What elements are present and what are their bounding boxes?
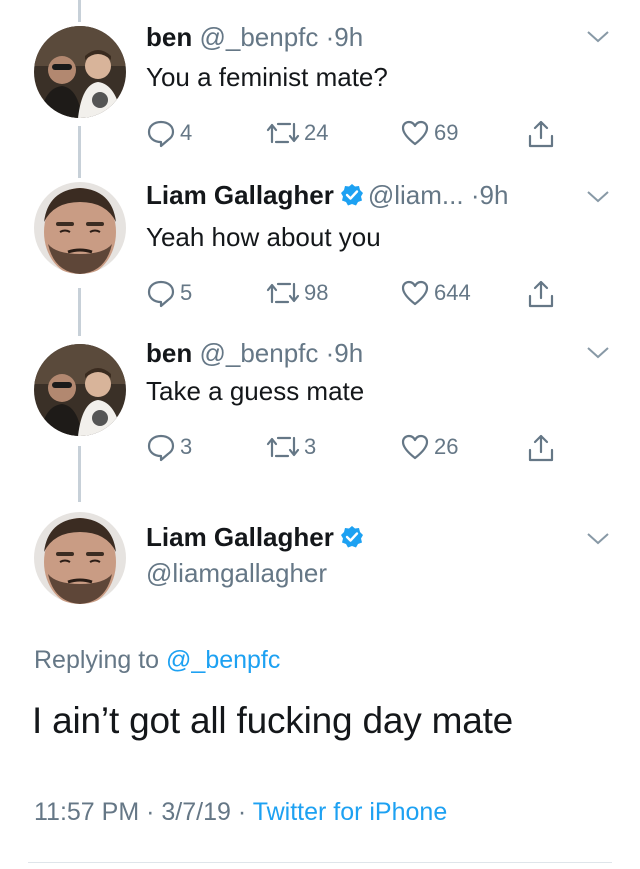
user-handle[interactable]: @_benpfc <box>199 338 318 368</box>
reply-button[interactable]: 3 <box>146 432 192 462</box>
heart-icon <box>401 280 429 306</box>
author-name-row: Liam Gallagher <box>146 522 368 553</box>
tweet-header: ben @_benpfc ·9h <box>146 338 363 369</box>
share-icon <box>528 434 554 462</box>
tweet-time[interactable]: 11:57 PM <box>34 798 139 826</box>
reply-count: 5 <box>180 280 193 305</box>
action-bar: 5 98 644 <box>146 278 586 314</box>
reply-icon <box>147 434 175 462</box>
chevron-down-icon[interactable] <box>586 30 610 44</box>
retweet-icon <box>266 282 300 304</box>
tweet-header: Liam Gallagher @liam... ·9h <box>146 180 508 211</box>
tweet-date[interactable]: 3/7/19 <box>161 798 231 826</box>
display-name[interactable]: Liam Gallagher <box>146 180 334 210</box>
tweet-header: ben @_benpfc ·9h <box>146 22 363 53</box>
tweet-source-link[interactable]: Twitter for iPhone <box>253 798 448 826</box>
separator-dot: · <box>146 798 155 826</box>
replying-to: Replying to @_benpfc <box>34 646 280 675</box>
separator-dot: · <box>237 798 247 826</box>
retweet-button[interactable]: 3 <box>266 432 316 462</box>
display-name[interactable]: ben <box>146 338 192 368</box>
user-handle[interactable]: @liam... <box>368 180 464 210</box>
reply-icon <box>147 280 175 308</box>
retweet-count: 3 <box>304 434 317 459</box>
retweet-count: 98 <box>304 280 329 305</box>
tweet[interactable]: Liam Gallagher @liam... ·9h Yeah how abou… <box>0 170 640 336</box>
chevron-down-icon[interactable] <box>586 190 610 204</box>
share-icon <box>528 120 554 148</box>
share-button[interactable] <box>526 118 560 150</box>
user-handle[interactable]: @_benpfc <box>199 22 318 52</box>
separator-dot: · <box>325 338 335 368</box>
tweet-text: Yeah how about you <box>146 222 381 252</box>
replying-to-label: Replying to <box>34 646 160 674</box>
like-count: 69 <box>434 120 459 145</box>
avatar[interactable] <box>34 512 126 604</box>
reply-count: 3 <box>180 434 193 459</box>
like-count: 644 <box>434 280 471 305</box>
timestamp[interactable]: 9h <box>334 338 363 368</box>
heart-icon <box>401 434 429 460</box>
reply-icon <box>147 120 175 148</box>
retweet-icon <box>266 122 300 144</box>
chevron-down-icon[interactable] <box>586 532 610 546</box>
separator-dot: · <box>325 22 335 52</box>
like-button[interactable]: 644 <box>400 278 471 308</box>
display-name[interactable]: Liam Gallagher <box>146 522 334 552</box>
retweet-button[interactable]: 98 <box>266 278 328 308</box>
retweet-count: 24 <box>304 120 329 145</box>
action-bar: 3 3 26 <box>146 432 586 468</box>
verified-badge-icon <box>340 184 363 206</box>
timestamp[interactable]: 9h <box>334 22 363 52</box>
retweet-icon <box>266 436 300 458</box>
tweet-text: I ain’t got all fucking day mate <box>32 700 514 741</box>
timestamp[interactable]: 9h <box>480 180 509 210</box>
tweet[interactable]: ben @_benpfc ·9h You a feminist mate? 4 … <box>0 0 640 170</box>
tweet[interactable]: ben @_benpfc ·9h Take a guess mate 3 3 2… <box>0 336 640 502</box>
separator-dot: · <box>470 180 480 210</box>
divider <box>28 862 612 863</box>
reply-button[interactable]: 4 <box>146 118 192 148</box>
reply-button[interactable]: 5 <box>146 278 192 308</box>
reply-count: 4 <box>180 120 193 145</box>
tweet-text: Take a guess mate <box>146 376 365 406</box>
verified-badge-icon <box>340 526 363 548</box>
chevron-down-icon[interactable] <box>586 346 610 360</box>
like-button[interactable]: 69 <box>400 118 458 148</box>
retweet-button[interactable]: 24 <box>266 118 328 148</box>
avatar[interactable] <box>34 182 126 274</box>
mention-link[interactable]: @_benpfc <box>166 646 280 674</box>
tweet-text: You a feminist mate? <box>146 62 388 92</box>
display-name[interactable]: ben <box>146 22 192 52</box>
user-handle[interactable]: @liamgallagher <box>146 558 327 589</box>
focused-tweet: Liam Gallagher @liamgallagher Replying t… <box>0 502 640 869</box>
avatar[interactable] <box>34 26 126 118</box>
like-count: 26 <box>434 434 459 459</box>
like-button[interactable]: 26 <box>400 432 458 462</box>
tweet-meta: 11:57 PM · 3/7/19 · Twitter for iPhone <box>34 798 447 827</box>
share-button[interactable] <box>526 278 560 310</box>
share-button[interactable] <box>526 432 560 464</box>
heart-icon <box>401 120 429 146</box>
avatar[interactable] <box>34 344 126 436</box>
share-icon <box>528 280 554 308</box>
action-bar: 4 24 69 <box>146 118 586 154</box>
